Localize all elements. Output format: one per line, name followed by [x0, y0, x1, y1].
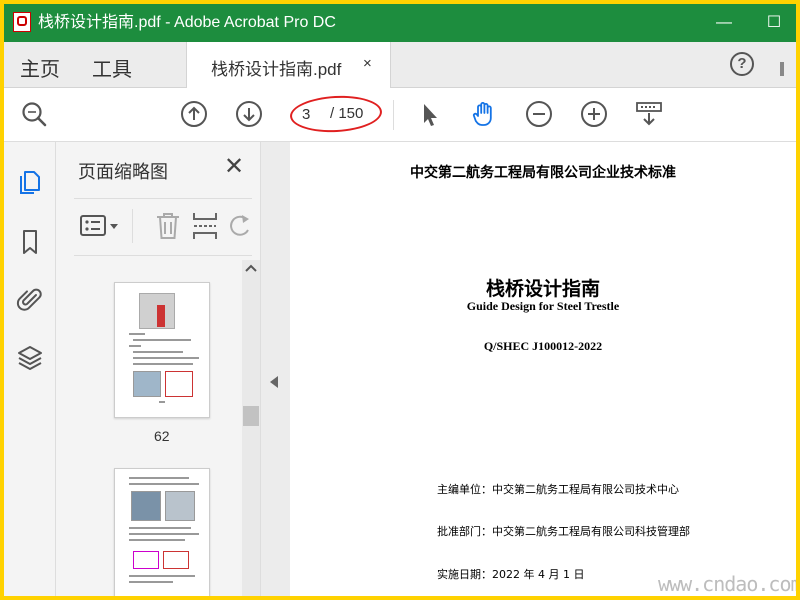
attachment-icon[interactable] [16, 286, 44, 314]
editor-unit: 主编单位：中交第二航务工程局有限公司技术中心 [437, 483, 679, 496]
next-page-icon[interactable] [235, 100, 263, 128]
tab-document[interactable]: 栈桥设计指南.pdf × [186, 42, 391, 88]
thumbnail-photo [133, 371, 161, 397]
tab-home[interactable]: 主页 [20, 53, 60, 82]
thumbnail-diagram [165, 371, 193, 397]
acrobat-icon [13, 12, 31, 32]
thumbnail-page-62[interactable] [114, 282, 210, 418]
tab-tools[interactable]: 工具 [92, 53, 132, 82]
page-thumbnails-icon[interactable] [16, 168, 44, 196]
thumbnail-text-line [129, 539, 185, 541]
scroll-up-icon[interactable] [245, 264, 257, 272]
document-subtitle: Guide Design for Steel Trestle [466, 299, 620, 313]
collapse-arrow-icon[interactable] [270, 376, 278, 388]
thumbnail-text-line [129, 575, 195, 577]
select-cursor-icon[interactable] [415, 100, 443, 128]
approval-department: 批准部门：中交第二航务工程局有限公司科技管理部 [437, 525, 690, 538]
site-watermark: www.cndao.com [658, 572, 796, 596]
document-title: 栈桥设计指南 [485, 278, 600, 300]
window-title: 栈桥设计指南.pdf - Adobe Acrobat Pro DC [38, 14, 336, 31]
thumbnail-diagram [163, 551, 189, 569]
hand-tool-icon[interactable] [470, 100, 498, 128]
tab-bar-overflow[interactable] [780, 62, 784, 76]
thumbnail-text-line [129, 333, 145, 335]
zoom-out-icon[interactable] [525, 100, 553, 128]
panel-toolbar [74, 198, 252, 256]
zoom-in-icon[interactable] [580, 100, 608, 128]
panel-title: 页面缩略图 [78, 162, 168, 182]
thumbnail-text-line [129, 477, 189, 479]
thumbnail-text-line [129, 345, 141, 347]
thumbnail-text-line [133, 351, 183, 353]
scroll-mode-icon[interactable] [635, 100, 663, 128]
thumbnail-text-line [129, 483, 199, 485]
insert-page-icon[interactable] [192, 211, 218, 241]
standard-code: Q/SHEC J100012-2022 [483, 339, 603, 353]
close-tab-icon[interactable]: × [363, 55, 372, 72]
thumbnail-figure-accent [157, 305, 165, 327]
delete-page-icon[interactable] [154, 211, 182, 241]
effective-date: 实施日期：2022 年 4 月 1 日 [437, 568, 585, 581]
panel-toolbar-divider [132, 209, 133, 243]
thumbnail-text-line [129, 527, 191, 529]
panel-collapse-strip[interactable] [260, 142, 290, 596]
options-menu-icon[interactable] [80, 213, 120, 239]
acrobat-window: 栈桥设计指南.pdf - Adobe Acrobat Pro DC — ☐ 主页… [4, 4, 796, 596]
title-bar: 栈桥设计指南.pdf - Adobe Acrobat Pro DC — ☐ [4, 4, 796, 42]
navigation-rail [4, 142, 56, 596]
tab-document-label: 栈桥设计指南.pdf [211, 60, 342, 79]
search-icon[interactable] [20, 100, 48, 128]
thumbnail-list: 62 [56, 260, 242, 596]
layers-icon[interactable] [16, 344, 44, 372]
document-view[interactable]: 中交第二航务工程局有限公司企业技术标准 栈桥设计指南 Guide Design … [290, 142, 796, 596]
bookmark-icon[interactable] [16, 228, 44, 256]
standard-header: 中交第二航务工程局有限公司企业技术标准 [410, 165, 676, 181]
thumbnail-photo [131, 491, 161, 521]
page-thumbnails-panel: 页面缩略图 ✕ 62 [56, 142, 260, 596]
thumbnail-text-line [129, 581, 173, 583]
toolbar-divider [393, 100, 394, 130]
thumbnail-photo [165, 491, 195, 521]
help-icon[interactable]: ? [730, 52, 754, 76]
toolbar: / 150 [4, 88, 796, 142]
pdf-page: 中交第二航务工程局有限公司企业技术标准 栈桥设计指南 Guide Design … [290, 142, 796, 596]
thumbnail-text-line [133, 357, 199, 359]
thumbnail-scrollbar[interactable] [242, 260, 260, 596]
previous-page-icon[interactable] [180, 100, 208, 128]
maximize-button[interactable]: ☐ [754, 10, 794, 36]
scrollbar-thumb[interactable] [243, 406, 259, 426]
thumbnail-text-line [133, 339, 191, 341]
thumbnail-page-63[interactable] [114, 468, 210, 596]
rotate-page-icon[interactable] [230, 213, 252, 239]
highlight-annotation-oval [289, 93, 383, 135]
thumbnail-page-number: 62 [154, 428, 170, 444]
thumbnail-text-line [159, 401, 165, 403]
thumbnail-text-line [129, 533, 199, 535]
tab-bar: 主页 工具 栈桥设计指南.pdf × ? [4, 42, 796, 88]
thumbnail-text-line [133, 363, 193, 365]
close-panel-icon[interactable]: ✕ [224, 155, 244, 179]
minimize-button[interactable]: — [704, 10, 744, 36]
thumbnail-diagram [133, 551, 159, 569]
